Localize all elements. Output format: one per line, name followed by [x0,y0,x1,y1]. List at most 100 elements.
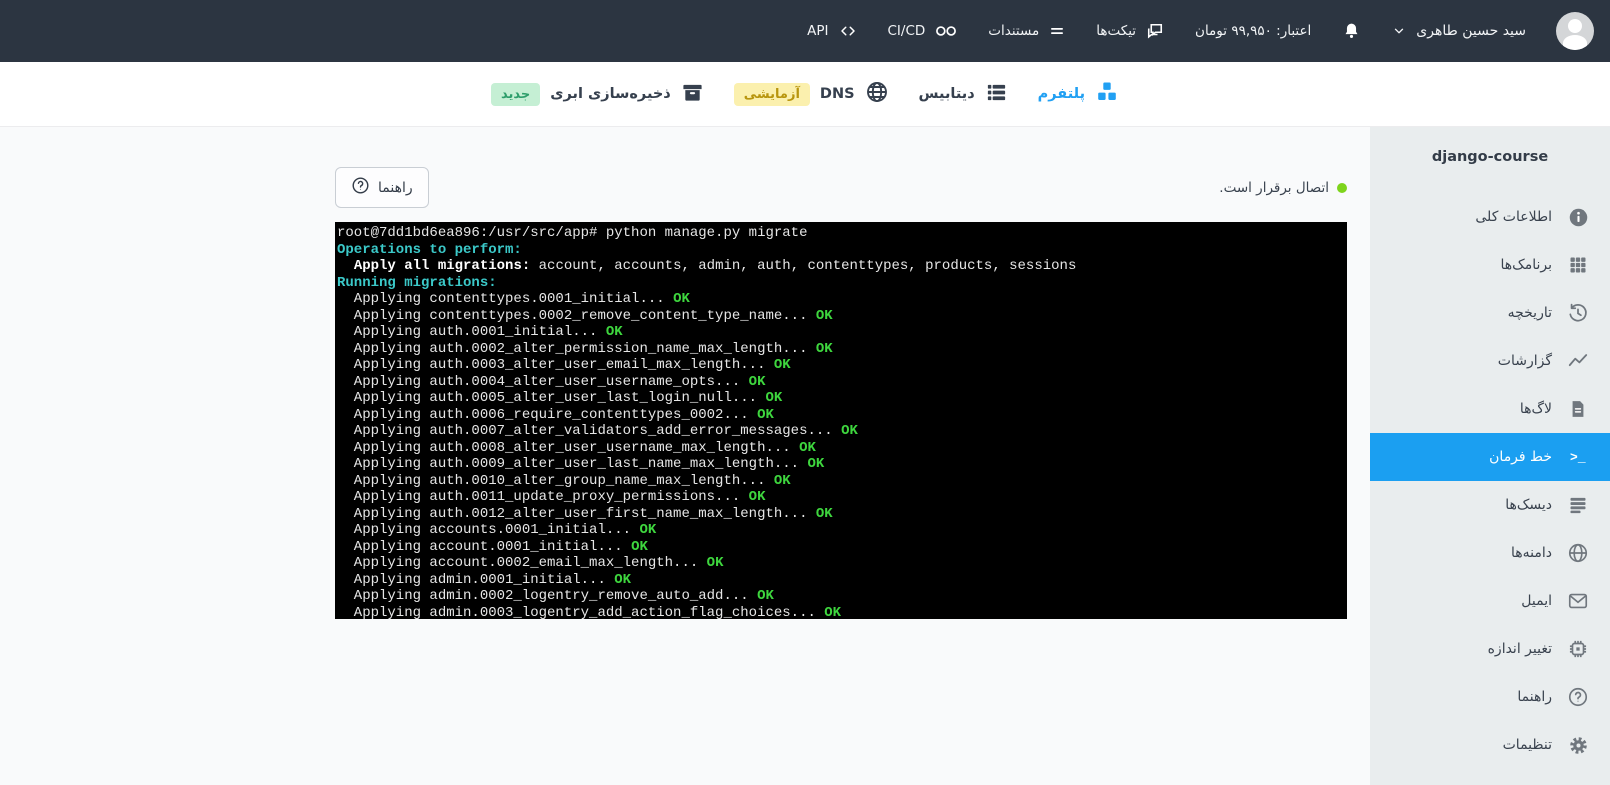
sidebar-item-label: برنامک‌ها [1500,257,1552,273]
history-icon [1567,302,1589,324]
globe-icon [1567,542,1589,564]
terminal-line: Applying auth.0009_alter_user_last_name_… [337,456,825,472]
nav-item-label: دیتابیس [918,86,975,102]
terminal-line: Applying account.0002_email_max_length..… [337,555,724,571]
web-terminal[interactable]: root@7dd1bd6ea896:/usr/src/app# python m… [335,222,1347,619]
sidebar-item-general-info[interactable]: اطلاعات کلی [1370,193,1610,241]
terminal-line: Operations to perform: [337,241,522,258]
sidebar-item-label: ایمیل [1521,593,1552,609]
gear-icon [1567,734,1589,756]
connection-status-dot [1337,182,1347,193]
topnav-link-docs[interactable]: مستندات [988,22,1066,40]
topnav-link-label: تیکت‌ها [1096,23,1137,39]
terminal-line: Applying auth.0012_alter_user_first_name… [337,505,833,522]
terminal-line: Apply all migrations: account, accounts,… [353,258,1077,274]
question-circle-icon [351,176,370,199]
sidebar-item-logs[interactable]: لاگ‌ها [1370,385,1610,433]
nav-item-object-storage[interactable]: ذخیره‌سازی ابری جدید [490,81,704,108]
product-navbar: پلتفرم دیتابیس DNS آزمایشی ذخیر [0,62,1610,127]
sidebar-item-command-line[interactable]: >_ خط فرمان [1370,433,1610,481]
nav-item-platform[interactable]: پلتفرم [1038,80,1119,108]
disks-icon [1567,494,1589,516]
terminal-line: Applying admin.0002_logentry_remove_auto… [337,588,774,604]
new-badge: جدید [490,82,541,106]
terminal-line: Applying auth.0006_require_contenttypes_… [337,406,774,423]
sidebar-item-label: دیسک‌ها [1505,497,1552,513]
info-icon [1567,206,1589,228]
sidebar-item-resize[interactable]: تغییر اندازه [1370,625,1610,673]
help-button-label: راهنما [378,179,413,196]
code-brackets-icon [838,22,858,40]
topnav-link-cicd[interactable]: CI/CD [888,22,959,40]
sidebar-menu: اطلاعات کلی برنامک‌ها تاریخچه گزارشات لاگ‌ها… [1370,193,1610,769]
infinity-icon [934,22,958,40]
mail-icon [1567,590,1589,612]
user-menu[interactable]: سید حسین طاهری [1392,23,1526,39]
notifications-bell-icon[interactable] [1341,21,1362,42]
archive-box-icon [681,81,704,108]
tickets-chat-icon [1145,21,1165,41]
beta-badge: آزمایشی [733,82,810,106]
sidebar-item-help[interactable]: راهنما [1370,673,1610,721]
project-sidebar: django-course اطلاعات کلی برنامک‌ها تاریخچ… [1370,127,1610,785]
question-icon [1567,686,1589,708]
credit-balance[interactable]: اعتبار: ۹۹,۹۵۰ تومان [1195,23,1311,39]
nav-item-database[interactable]: دیتابیس [919,81,1008,108]
connection-status: اتصال برقرار است. [1219,180,1347,196]
chevron-down-icon [1392,24,1406,38]
terminal-line: Applying auth.0011_update_proxy_permissi… [337,489,766,505]
terminal-line: Applying auth.0005_alter_user_last_login… [337,390,783,406]
sidebar-item-disks[interactable]: دیسک‌ها [1370,481,1610,529]
terminal-line: Applying auth.0007_alter_validators_add_… [337,423,858,439]
sidebar-item-label: گزارشات [1497,353,1552,369]
terminal-line: Applying auth.0002_alter_permission_name… [337,340,833,357]
globe-icon [865,80,889,108]
terminal-line: Applying contenttypes.0002_remove_conten… [337,307,833,324]
nav-item-dns[interactable]: DNS آزمایشی [733,80,889,108]
sidebar-item-settings[interactable]: تنظیمات [1370,721,1610,769]
sidebar-item-domains[interactable]: دامنه‌ها [1370,529,1610,577]
main-panel: اتصال برقرار است. راهنما root@7dd1bd6ea8… [0,127,1370,785]
status-row: اتصال برقرار است. راهنما [335,167,1347,208]
top-navbar: سید حسین طاهری اعتبار: ۹۹,۹۵۰ تومان تیکت… [0,0,1610,62]
terminal-line: Applying account.0001_initial... OK [337,538,648,555]
user-avatar[interactable] [1556,12,1594,50]
terminal-line: Applying admin.0001_initial... OK [337,571,632,588]
chip-icon [1567,638,1589,660]
topnav-link-api[interactable]: API [807,22,857,40]
topnav-link-label: API [807,23,829,39]
sidebar-item-apps[interactable]: برنامک‌ها [1370,241,1610,289]
sidebar-item-label: دامنه‌ها [1510,545,1552,561]
nav-item-label: ذخیره‌سازی ابری [550,86,671,102]
sidebar-item-label: خط فرمان [1489,449,1552,465]
chart-icon [1567,350,1589,372]
sidebar-item-history[interactable]: تاریخچه [1370,289,1610,337]
content-area: django-course اطلاعات کلی برنامک‌ها تاریخچ… [0,127,1610,785]
sidebar-item-reports[interactable]: گزارشات [1370,337,1610,385]
nav-item-label: DNS [819,86,855,102]
docs-lines-icon [1048,22,1066,40]
terminal-line: Applying accounts.0001_initial... OK [337,522,657,538]
terminal-line: Running migrations: [337,274,497,291]
cubes-icon [1095,80,1119,108]
doc-icon [1567,398,1589,420]
topnav-link-tickets[interactable]: تیکت‌ها [1096,21,1165,41]
terminal-icon: >_ [1570,449,1586,465]
sidebar-item-email[interactable]: ایمیل [1370,577,1610,625]
sidebar-item-label: تاریخچه [1507,305,1552,321]
terminal-line: root@7dd1bd6ea896:/usr/src/app# python m… [337,225,808,241]
terminal-line: Applying admin.0003_logentry_add_action_… [337,604,842,620]
terminal-line: Applying auth.0010_alter_group_name_max_… [337,472,791,489]
sidebar-item-label: تغییر اندازه [1487,641,1552,657]
terminal-line: Applying auth.0008_alter_user_username_m… [337,439,816,456]
sidebar-item-label: اطلاعات کلی [1475,209,1552,225]
apps-icon [1567,254,1589,276]
sidebar-item-label: راهنما [1517,689,1552,705]
project-name: django-course [1431,149,1549,165]
sidebar-item-label: تنظیمات [1502,737,1552,753]
topnav-link-label: CI/CD [887,23,926,39]
sidebar-item-label: لاگ‌ها [1519,401,1552,417]
connection-status-text: اتصال برقرار است. [1219,179,1329,196]
topnav-link-label: مستندات [988,23,1040,39]
help-button[interactable]: راهنما [335,167,429,208]
